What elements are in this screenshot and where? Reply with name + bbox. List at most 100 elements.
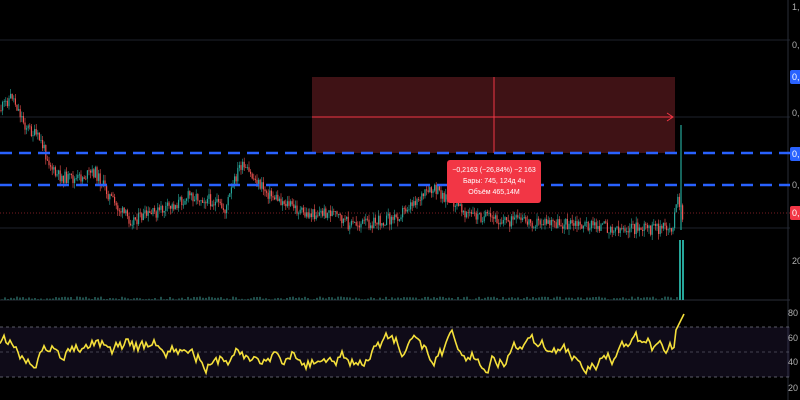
- candle-body: [203, 202, 205, 204]
- candle-body: [154, 208, 156, 212]
- candle-body: [206, 198, 208, 204]
- volume-bar: [133, 298, 135, 300]
- candle-body: [363, 219, 365, 221]
- candle-body: [283, 201, 285, 204]
- candle-body: [83, 177, 85, 179]
- candle-body: [526, 221, 528, 225]
- candle-body: [325, 208, 327, 218]
- candle-body: [634, 224, 636, 235]
- candle-body: [186, 198, 188, 201]
- candle-body: [346, 216, 348, 219]
- candle-body: [326, 212, 328, 218]
- volume-bar: [304, 296, 306, 300]
- volume-bar: [268, 299, 270, 300]
- candle-body: [682, 205, 684, 220]
- volume-bar: [424, 296, 426, 300]
- level-price-tag-upper[interactable]: 0,: [790, 147, 800, 161]
- candle-body: [592, 220, 594, 226]
- candle-body: [11, 93, 13, 99]
- volume-bar: [31, 298, 33, 300]
- candle-body: [371, 225, 373, 229]
- candle-body: [26, 128, 28, 130]
- volume-bar: [607, 299, 609, 300]
- candle-body: [24, 122, 26, 130]
- candle-body: [461, 204, 463, 213]
- candle-body: [373, 217, 375, 229]
- candle-body: [629, 228, 631, 233]
- price-chart[interactable]: [0, 0, 800, 400]
- candle-body: [442, 192, 444, 199]
- volume-bar: [643, 297, 645, 300]
- candle-body: [51, 166, 53, 170]
- candle-body: [302, 207, 304, 213]
- candle-body: [422, 193, 424, 197]
- volume-bar: [355, 297, 357, 300]
- candle-body: [605, 221, 607, 223]
- candle-body: [542, 224, 544, 226]
- volume-bar: [313, 299, 315, 300]
- candle-body: [430, 187, 432, 194]
- volume-bar: [637, 296, 639, 300]
- candle-body: [162, 205, 164, 213]
- candle-body: [240, 165, 242, 170]
- candle-body: [298, 213, 300, 215]
- measure-change-text: −0,2163 (−26,84%) −2 163: [452, 167, 536, 174]
- volume-bar: [448, 297, 450, 300]
- candle-body: [490, 213, 492, 217]
- candle-body: [576, 221, 578, 226]
- candle-body: [264, 189, 266, 192]
- candle-body: [181, 197, 183, 206]
- volume-bar: [118, 299, 120, 300]
- volume-bar: [634, 298, 636, 300]
- volume-bar: [673, 299, 675, 300]
- candle-body: [594, 222, 596, 226]
- volume-bar: [565, 297, 567, 300]
- rsi-axis-label: 60: [788, 333, 799, 343]
- candle-body: [501, 222, 503, 224]
- candle-body: [8, 98, 10, 107]
- candle-body: [368, 219, 370, 229]
- volume-bar: [664, 296, 666, 300]
- candle-body: [90, 170, 92, 173]
- candle-body: [269, 190, 271, 199]
- volume-bar: [349, 297, 351, 300]
- candle-body: [522, 218, 524, 220]
- volume-bar: [130, 299, 132, 300]
- candle-body: [243, 161, 245, 168]
- candle-body: [427, 190, 429, 192]
- volume-bar: [241, 298, 243, 300]
- volume-bar: [508, 297, 510, 300]
- candle-body: [42, 140, 44, 149]
- candle-body: [227, 197, 229, 206]
- candle-body: [96, 167, 98, 181]
- candle-body: [616, 226, 618, 228]
- candle-body: [115, 202, 117, 206]
- volume-bar: [544, 296, 546, 300]
- volume-bar: [562, 299, 564, 300]
- candle-body: [182, 204, 184, 206]
- volume-bar: [40, 298, 42, 300]
- candle-body: [38, 132, 40, 141]
- candle-body: [506, 217, 508, 220]
- candle-body: [280, 198, 282, 206]
- candle-body: [640, 227, 642, 230]
- volume-bar: [583, 299, 585, 300]
- level-price-tag-top[interactable]: 0,: [790, 70, 800, 84]
- candle-body: [211, 204, 213, 207]
- candle-body: [517, 215, 519, 218]
- candle-body: [573, 223, 575, 226]
- candle-body: [170, 205, 172, 209]
- volume-bar: [262, 298, 264, 300]
- volume-bar: [148, 298, 150, 300]
- candle-body: [198, 200, 200, 202]
- candle-body: [278, 198, 280, 201]
- last-price-tag[interactable]: 0,: [790, 206, 800, 220]
- candle-body: [61, 175, 63, 182]
- volume-bar: [553, 297, 555, 300]
- candle-body: [53, 167, 55, 170]
- candle-body: [382, 223, 384, 226]
- volume-bar: [400, 298, 402, 300]
- candle-body: [259, 179, 261, 189]
- volume-bar: [406, 297, 408, 300]
- candle-body: [323, 208, 325, 216]
